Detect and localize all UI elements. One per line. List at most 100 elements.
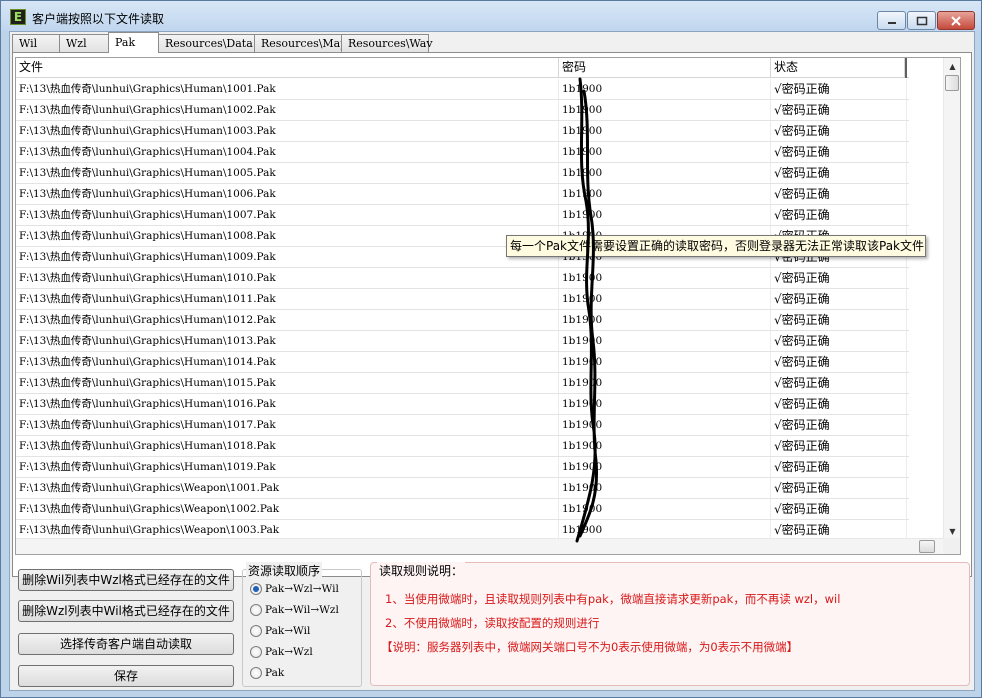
status-cell: √密码正确 bbox=[771, 331, 907, 351]
table-row[interactable]: F:\13\热血传奇\lunhui\Graphics\Human\1014.Pa… bbox=[16, 352, 909, 373]
status-cell: √密码正确 bbox=[771, 289, 907, 309]
read-rules-group: 读取规则说明： 1、当使用微端时，且读取规则列表中有pak，微端直接请求更新pa… bbox=[370, 562, 970, 686]
password-cell: 1b1900 bbox=[559, 457, 771, 477]
tab-wzl[interactable]: Wzl bbox=[59, 34, 109, 53]
password-cell: 1b1900 bbox=[559, 310, 771, 330]
file-cell: F:\13\热血传奇\lunhui\Graphics\Human\1014.Pa… bbox=[16, 352, 559, 372]
table-row[interactable]: F:\13\热血传奇\lunhui\Graphics\Weapon\1001.P… bbox=[16, 478, 909, 499]
status-cell: √密码正确 bbox=[771, 205, 907, 225]
password-cell: 1b1900 bbox=[559, 352, 771, 372]
password-cell: 1b1900 bbox=[559, 478, 771, 498]
table-row[interactable]: F:\13\热血传奇\lunhui\Graphics\Human\1001.Pa… bbox=[16, 79, 909, 100]
tab-strip: Wil Wzl Pak Resources\Data Resources\Map… bbox=[12, 32, 433, 53]
file-cell: F:\13\热血传奇\lunhui\Graphics\Human\1019.Pa… bbox=[16, 457, 559, 477]
read-order-radio-3[interactable]: Pak→Wil bbox=[250, 624, 310, 638]
file-cell: F:\13\热血传奇\lunhui\Graphics\Human\1016.Pa… bbox=[16, 394, 559, 414]
column-divider[interactable] bbox=[905, 58, 907, 78]
table-row[interactable]: F:\13\热血传奇\lunhui\Graphics\Human\1018.Pa… bbox=[16, 436, 909, 457]
file-cell: F:\13\热血传奇\lunhui\Graphics\Human\1013.Pa… bbox=[16, 331, 559, 351]
file-cell: F:\13\热血传奇\lunhui\Graphics\Weapon\1002.P… bbox=[16, 499, 559, 519]
read-order-radio-4[interactable]: Pak→Wzl bbox=[250, 645, 313, 659]
rule-note: 【说明：服务器列表中，微端网关端口号不为0表示使用微端，为0表示不用微端】 bbox=[381, 640, 799, 654]
pak-file-list[interactable]: 文件 密码 状态 F:\13\热血传奇\lunhui\Graphics\Huma… bbox=[15, 57, 961, 555]
radio-circle-icon[interactable] bbox=[250, 583, 262, 595]
minimize-button[interactable] bbox=[877, 11, 906, 30]
delete-wzl-duplicates-button[interactable]: 删除Wzl列表中Wil格式已经存在的文件 bbox=[18, 600, 234, 622]
read-order-radio-1[interactable]: Pak→Wzl→Wil bbox=[250, 582, 339, 596]
table-row[interactable]: F:\13\热血传奇\lunhui\Graphics\Human\1011.Pa… bbox=[16, 289, 909, 310]
table-row[interactable]: F:\13\热血传奇\lunhui\Graphics\Human\1012.Pa… bbox=[16, 310, 909, 331]
radio-circle-icon[interactable] bbox=[250, 604, 262, 616]
file-cell: F:\13\热血传奇\lunhui\Graphics\Human\1001.Pa… bbox=[16, 79, 559, 99]
tab-pak[interactable]: Pak bbox=[108, 32, 159, 53]
radio-label: Pak→Wil→Wzl bbox=[265, 604, 339, 616]
radio-circle-icon[interactable] bbox=[250, 667, 262, 679]
table-row[interactable]: F:\13\热血传奇\lunhui\Graphics\Human\1016.Pa… bbox=[16, 394, 909, 415]
status-cell: √密码正确 bbox=[771, 457, 907, 477]
read-order-title: 资源读取顺序 bbox=[246, 562, 323, 579]
status-cell: √密码正确 bbox=[771, 478, 907, 498]
app-icon: E bbox=[10, 9, 26, 25]
status-cell: √密码正确 bbox=[771, 352, 907, 372]
delete-wzl-label: 删除Wzl列表中Wil格式已经存在的文件 bbox=[22, 604, 230, 618]
table-row[interactable]: F:\13\热血传奇\lunhui\Graphics\Human\1013.Pa… bbox=[16, 331, 909, 352]
radio-circle-icon[interactable] bbox=[250, 646, 262, 658]
minimize-icon bbox=[887, 21, 896, 24]
vertical-scrollbar[interactable]: ▲ ▼ bbox=[943, 58, 960, 540]
table-row[interactable]: F:\13\热血传奇\lunhui\Graphics\Human\1004.Pa… bbox=[16, 142, 909, 163]
table-row[interactable]: F:\13\热血传奇\lunhui\Graphics\Human\1017.Pa… bbox=[16, 415, 909, 436]
horizontal-scrollbar[interactable] bbox=[16, 538, 945, 554]
status-cell: √密码正确 bbox=[771, 163, 907, 183]
status-cell: √密码正确 bbox=[771, 268, 907, 288]
tab-resources-data[interactable]: Resources\Data bbox=[158, 34, 255, 53]
table-row[interactable]: F:\13\热血传奇\lunhui\Graphics\Human\1006.Pa… bbox=[16, 184, 909, 205]
column-header-file[interactable]: 文件 bbox=[16, 58, 559, 78]
status-cell: √密码正确 bbox=[771, 520, 907, 540]
table-row[interactable]: F:\13\热血传奇\lunhui\Graphics\Weapon\1002.P… bbox=[16, 499, 909, 520]
client-area: Wil Wzl Pak Resources\Data Resources\Map… bbox=[9, 31, 975, 691]
file-cell: F:\13\热血传奇\lunhui\Graphics\Human\1003.Pa… bbox=[16, 121, 559, 141]
scroll-up-icon[interactable]: ▲ bbox=[944, 58, 960, 75]
table-row[interactable]: F:\13\热血传奇\lunhui\Graphics\Human\1019.Pa… bbox=[16, 457, 909, 478]
status-cell: √密码正确 bbox=[771, 121, 907, 141]
table-row[interactable]: F:\13\热血传奇\lunhui\Graphics\Human\1010.Pa… bbox=[16, 268, 909, 289]
status-cell: √密码正确 bbox=[771, 373, 907, 393]
radio-circle-icon[interactable] bbox=[250, 625, 262, 637]
read-order-radio-2[interactable]: Pak→Wil→Wzl bbox=[250, 603, 339, 617]
file-cell: F:\13\热血传奇\lunhui\Graphics\Human\1018.Pa… bbox=[16, 436, 559, 456]
password-cell: 1b1900 bbox=[559, 100, 771, 120]
window-title: 客户端按照以下文件读取 bbox=[32, 12, 165, 26]
password-cell: 1b1900 bbox=[559, 331, 771, 351]
table-row[interactable]: F:\13\热血传奇\lunhui\Graphics\Human\1002.Pa… bbox=[16, 100, 909, 121]
tab-wil[interactable]: Wil bbox=[12, 34, 60, 53]
password-cell: 1b1900 bbox=[559, 142, 771, 162]
table-row[interactable]: F:\13\热血传奇\lunhui\Graphics\Human\1015.Pa… bbox=[16, 373, 909, 394]
password-cell: 1b1900 bbox=[559, 499, 771, 519]
file-cell: F:\13\热血传奇\lunhui\Graphics\Human\1011.Pa… bbox=[16, 289, 559, 309]
password-cell: 1b1900 bbox=[559, 289, 771, 309]
table-row[interactable]: F:\13\热血传奇\lunhui\Graphics\Human\1003.Pa… bbox=[16, 121, 909, 142]
delete-wil-duplicates-button[interactable]: 删除Wil列表中Wzl格式已经存在的文件 bbox=[18, 569, 234, 591]
tab-resources-wav[interactable]: Resources\Wav bbox=[341, 34, 433, 53]
vertical-scroll-thumb[interactable] bbox=[945, 75, 959, 91]
auto-read-client-button[interactable]: 选择传奇客户端自动读取 bbox=[18, 633, 234, 655]
close-button[interactable] bbox=[937, 11, 975, 30]
status-cell: √密码正确 bbox=[771, 415, 907, 435]
table-row[interactable]: F:\13\热血传奇\lunhui\Graphics\Human\1007.Pa… bbox=[16, 205, 909, 226]
file-cell: F:\13\热血传奇\lunhui\Graphics\Human\1015.Pa… bbox=[16, 373, 559, 393]
status-cell: √密码正确 bbox=[771, 310, 907, 330]
save-button[interactable]: 保存 bbox=[18, 665, 234, 687]
maximize-button[interactable] bbox=[907, 11, 936, 30]
tab-resources-map[interactable]: Resources\Map bbox=[254, 34, 347, 53]
password-cell: 1b1900 bbox=[559, 520, 771, 540]
title-bar[interactable]: E 客户端按照以下文件读取 bbox=[1, 1, 981, 31]
password-cell: 1b1900 bbox=[559, 205, 771, 225]
column-header-password[interactable]: 密码 bbox=[559, 58, 771, 78]
file-cell: F:\13\热血传奇\lunhui\Graphics\Human\1006.Pa… bbox=[16, 184, 559, 204]
file-cell: F:\13\热血传奇\lunhui\Graphics\Human\1004.Pa… bbox=[16, 142, 559, 162]
list-header: 文件 密码 状态 bbox=[16, 58, 909, 78]
read-order-radio-5[interactable]: Pak bbox=[250, 666, 284, 680]
horizontal-scroll-thumb[interactable] bbox=[919, 540, 935, 553]
table-row[interactable]: F:\13\热血传奇\lunhui\Graphics\Human\1005.Pa… bbox=[16, 163, 909, 184]
column-header-status[interactable]: 状态 bbox=[771, 58, 905, 78]
